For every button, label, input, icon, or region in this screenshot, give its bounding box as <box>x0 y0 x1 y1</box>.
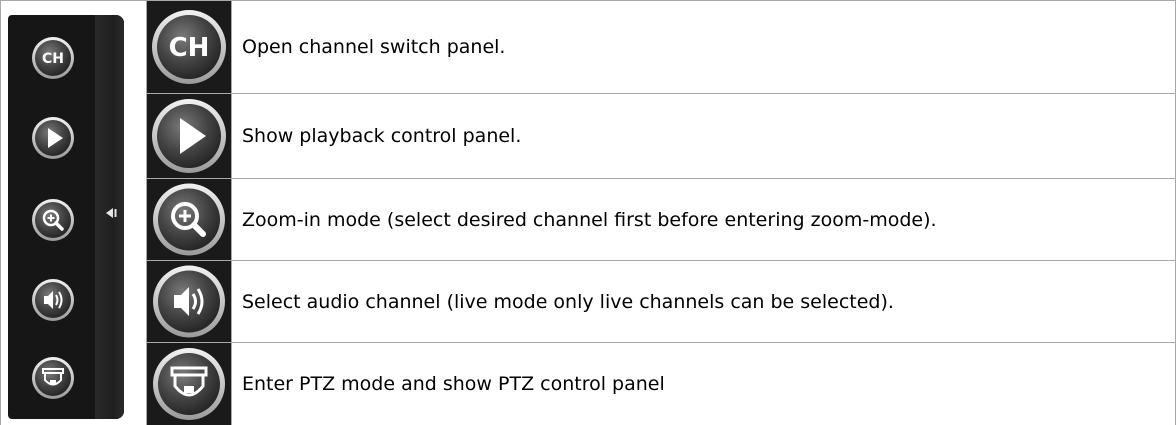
row-description: Show playback control panel. <box>242 125 522 147</box>
row-icon-cell <box>147 343 231 425</box>
row-description: Open channel switch panel. <box>242 36 506 58</box>
table-row: Select audio channel (live mode only liv… <box>147 261 1175 342</box>
playback-button[interactable] <box>30 115 76 161</box>
table-border-left <box>0 0 1 425</box>
row-description: Zoom-in mode (select desired channel fir… <box>242 208 937 231</box>
collapse-arrow-icon[interactable] <box>104 206 118 220</box>
table-row: Zoom-in mode (select desired channel fir… <box>147 179 1175 260</box>
row-icon-cell <box>147 179 231 260</box>
ptz-button-large <box>153 348 225 420</box>
zoom-in-button[interactable] <box>30 197 76 243</box>
channel-button-large: CH <box>152 10 226 84</box>
row-icon-cell <box>147 261 231 342</box>
row-description: Enter PTZ mode and show PTZ control pane… <box>242 373 665 395</box>
audio-button[interactable] <box>30 277 76 323</box>
table-row: Show playback control panel. <box>147 94 1175 178</box>
playback-button-large <box>152 99 226 173</box>
audio-button-large <box>153 265 225 338</box>
ptz-button[interactable] <box>30 355 76 401</box>
row-description: Select audio channel (live mode only liv… <box>242 290 894 313</box>
channel-button[interactable]: CH <box>30 35 76 81</box>
table-row: Enter PTZ mode and show PTZ control pane… <box>147 343 1175 425</box>
row-icon-cell: CH <box>147 1 231 93</box>
row-icon-cell <box>147 94 231 178</box>
channel-icon: CH <box>42 51 64 67</box>
toolbar-panel: CH <box>8 15 124 419</box>
channel-icon: CH <box>169 33 210 63</box>
table-row: CH Open channel switch panel. <box>147 1 1175 93</box>
zoom-in-button-large <box>153 183 225 256</box>
